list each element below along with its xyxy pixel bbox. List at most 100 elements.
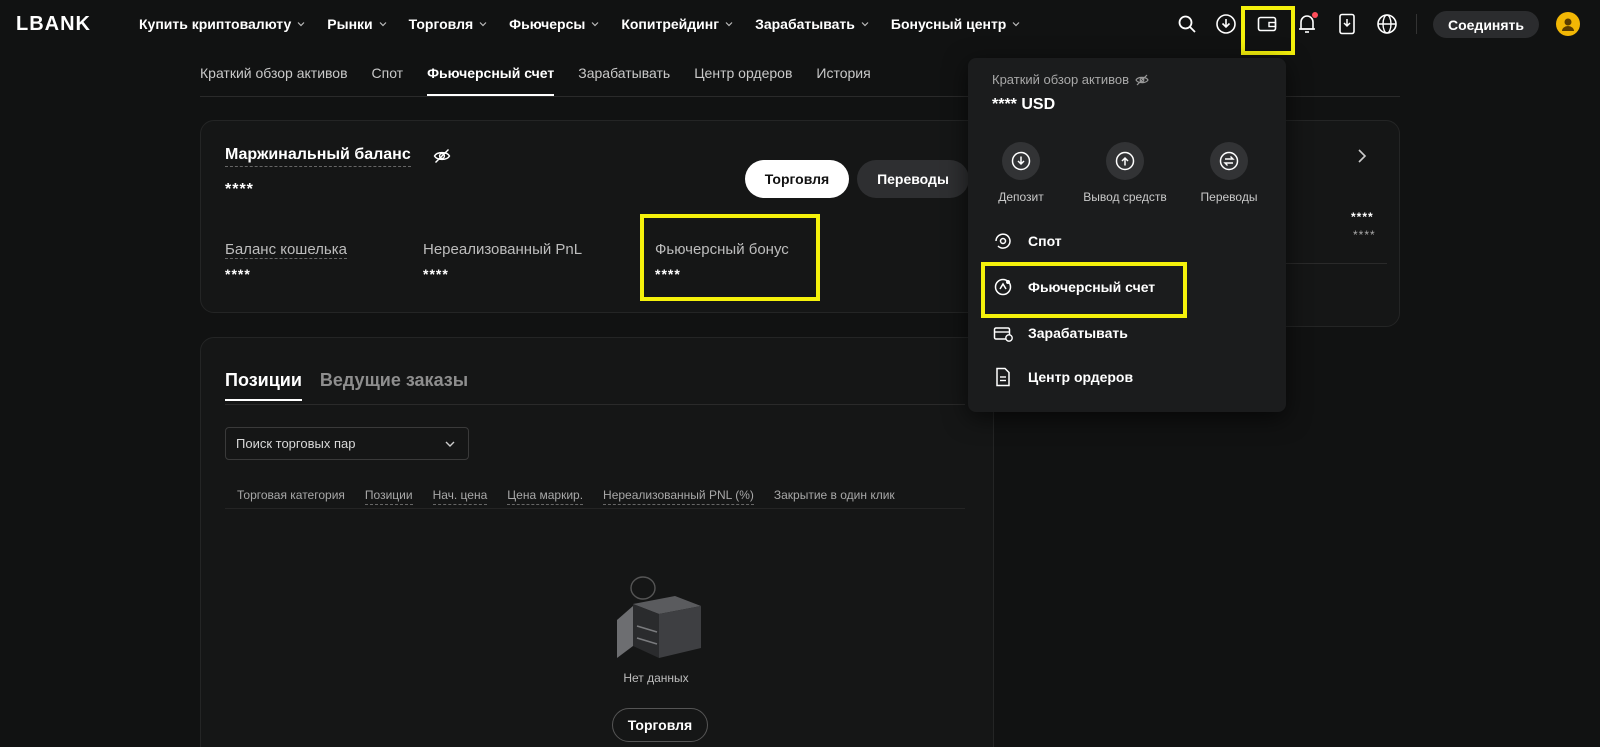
app-download-button[interactable] — [1334, 11, 1360, 37]
chevron-down-icon — [725, 22, 733, 27]
nav-trading[interactable]: Торговля — [409, 16, 488, 32]
col-unrealized-pnl[interactable]: Нереализованный PNL (%) — [603, 488, 754, 505]
positions-tabs: Позиции Ведущие заказы — [225, 370, 468, 401]
asset-subtabs: Краткий обзор активов Спот Фьючерсный сч… — [200, 60, 871, 96]
tab-assets-overview[interactable]: Краткий обзор активов — [200, 60, 348, 96]
wallet-balance-label[interactable]: Баланс кошелька — [225, 241, 347, 259]
empty-trade-button[interactable]: Торговля — [612, 708, 708, 742]
col-trading-category: Торговая категория — [237, 488, 345, 502]
unrealized-pnl-value: **** — [423, 266, 449, 282]
positions-card: Позиции Ведущие заказы Поиск торговых па… — [200, 337, 994, 747]
tab-order-center[interactable]: Центр ордеров — [694, 60, 792, 96]
tab-spot[interactable]: Спот — [372, 60, 404, 96]
trading-pair-search-select[interactable]: Поиск торговых пар — [225, 427, 469, 460]
notifications-button[interactable] — [1294, 11, 1320, 37]
tab-lead-orders[interactable]: Ведущие заказы — [320, 370, 468, 401]
col-entry-price[interactable]: Нач. цена — [432, 488, 488, 505]
chevron-down-icon — [591, 22, 599, 27]
chevron-down-icon — [479, 22, 487, 27]
futures-account-highlight-box — [981, 262, 1187, 318]
col-one-click-close: Закрытие в один клик — [773, 488, 895, 502]
dropdown-title-text: Краткий обзор активов — [992, 72, 1129, 87]
download-icon — [1216, 14, 1236, 34]
wallet-balance-value: **** — [225, 266, 251, 282]
deposit-label: Депозит — [998, 190, 1044, 204]
dropdown-item-label: Центр ордеров — [1028, 369, 1134, 385]
nav-copytrading[interactable]: Копитрейдинг — [621, 16, 734, 32]
chevron-down-icon — [445, 441, 455, 447]
download-button[interactable] — [1213, 11, 1239, 37]
nav-markets[interactable]: Рынки — [327, 16, 387, 32]
table-header-divider — [225, 508, 965, 509]
transfer-action[interactable]: Переводы — [1179, 142, 1279, 204]
deposit-icon — [1011, 151, 1031, 171]
margin-balance-value: **** — [225, 181, 254, 198]
search-select-placeholder: Поиск торговых пар — [236, 436, 356, 451]
deposit-action[interactable]: Депозит — [971, 142, 1071, 204]
futures-bonus-highlight-box — [640, 214, 820, 301]
nav-label: Купить криптовалюту — [139, 16, 292, 32]
nav-earn[interactable]: Зарабатывать — [755, 16, 870, 32]
nav-futures[interactable]: Фьючерсы — [509, 16, 600, 32]
tab-earn[interactable]: Зарабатывать — [578, 60, 670, 96]
dropdown-item-earn[interactable]: Зарабатывать — [992, 318, 1128, 348]
main-menu: Купить криптовалюту Рынки Торговля Фьюче… — [139, 0, 1021, 48]
connect-button[interactable]: Соединять — [1433, 11, 1539, 38]
right-card-value-2: **** — [1353, 228, 1376, 242]
lbank-logo[interactable]: LBANK — [16, 13, 91, 36]
chevron-down-icon — [1012, 22, 1020, 27]
trade-button[interactable]: Торговля — [745, 160, 849, 198]
eye-off-icon[interactable] — [1135, 73, 1149, 87]
tab-futures-account[interactable]: Фьючерсный счет — [427, 60, 555, 96]
no-data-text: Нет данных — [623, 671, 689, 685]
nav-label: Копитрейдинг — [621, 16, 720, 32]
chevron-right-icon[interactable] — [1355, 148, 1369, 164]
nav-buy-crypto[interactable]: Купить криптовалюту — [139, 16, 306, 32]
dropdown-total-value: **** USD — [992, 96, 1056, 113]
search-icon — [1178, 15, 1196, 33]
notification-dot — [1312, 12, 1318, 18]
transfer-label: Переводы — [1200, 190, 1258, 204]
user-avatar-icon — [1562, 18, 1574, 31]
dropdown-item-order-center[interactable]: Центр ордеров — [992, 362, 1133, 392]
eye-off-icon[interactable] — [433, 147, 451, 165]
deposit-circle — [1002, 142, 1040, 180]
document-icon — [992, 366, 1014, 388]
margin-balance-title[interactable]: Маржинальный баланс — [225, 146, 411, 167]
nav-bonus-center[interactable]: Бонусный центр — [891, 16, 1021, 32]
dropdown-item-label: Спот — [1028, 233, 1062, 249]
dropdown-item-spot[interactable]: Спот — [992, 226, 1062, 256]
dropdown-item-label: Зарабатывать — [1028, 325, 1128, 341]
col-mark-price[interactable]: Цена маркир. — [507, 488, 584, 505]
spot-icon — [992, 230, 1014, 252]
top-navigation: LBANK Купить криптовалюту Рынки Торговля… — [0, 0, 1600, 48]
avatar[interactable] — [1556, 12, 1580, 36]
withdraw-action[interactable]: Вывод средств — [1075, 142, 1175, 204]
earn-icon — [992, 322, 1014, 344]
mobile-app-icon — [1339, 13, 1355, 35]
globe-icon — [1377, 14, 1397, 34]
tab-positions[interactable]: Позиции — [225, 370, 302, 401]
col-positions[interactable]: Позиции — [364, 488, 413, 505]
transfer-icon — [1219, 151, 1239, 171]
chevron-down-icon — [297, 22, 305, 27]
language-button[interactable] — [1374, 11, 1400, 37]
positions-table-header: Торговая категория Позиции Нач. цена Цен… — [225, 488, 915, 505]
search-button[interactable] — [1174, 11, 1200, 37]
tab-history[interactable]: История — [816, 60, 870, 96]
transfer-button[interactable]: Переводы — [857, 160, 969, 198]
unrealized-pnl-label: Нереализованный PnL — [423, 241, 583, 258]
wallet-highlight-box — [1241, 6, 1295, 55]
withdraw-label: Вывод средств — [1083, 190, 1167, 204]
margin-balance-card: Маржинальный баланс **** Торговля Перево… — [200, 120, 984, 313]
nav-label: Зарабатывать — [755, 16, 855, 32]
right-card-value-1: **** — [1351, 210, 1374, 224]
nav-label: Фьючерсы — [509, 16, 586, 32]
wallet-dropdown-panel: Краткий обзор активов **** USD Депозит В… — [968, 58, 1286, 412]
nav-label: Торговля — [408, 16, 474, 32]
nav-label: Бонусный центр — [890, 16, 1007, 32]
chevron-down-icon — [861, 22, 869, 27]
nav-divider — [1416, 14, 1417, 34]
empty-box-icon — [617, 576, 701, 658]
transfer-circle — [1210, 142, 1248, 180]
